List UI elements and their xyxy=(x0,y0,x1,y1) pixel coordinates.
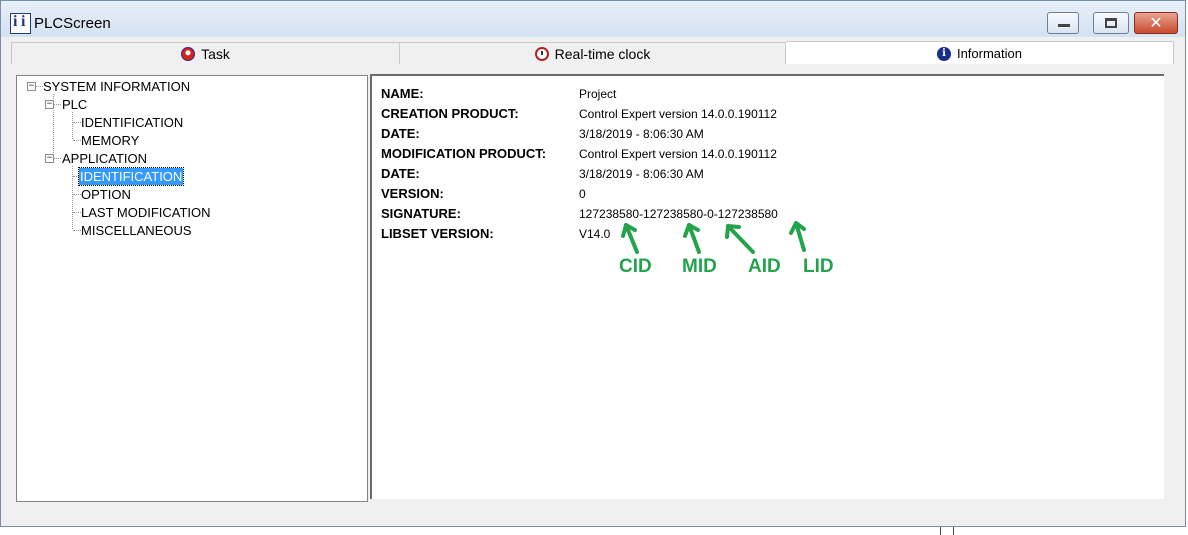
task-icon xyxy=(181,46,196,61)
plcscreen-window: ii PLCScreen ✕ Task Real-time clock i In… xyxy=(0,0,1186,527)
info-icon: i xyxy=(936,46,951,61)
tab-real-time-clock[interactable]: Real-time clock xyxy=(400,42,786,64)
tree-item-miscellaneous[interactable]: MISCELLANEOUS xyxy=(81,222,192,239)
minimize-icon xyxy=(1058,24,1070,27)
background-strip xyxy=(0,527,1188,535)
tree-line xyxy=(54,104,61,105)
tree-item-plc[interactable]: PLC xyxy=(62,96,87,113)
annotation-mid: MID xyxy=(682,256,717,277)
tree-item-system-information[interactable]: SYSTEM INFORMATION xyxy=(43,78,190,95)
tree-line xyxy=(73,194,81,195)
tree-item-application[interactable]: APPLICATION xyxy=(62,150,147,167)
tab-clock-label: Real-time clock xyxy=(554,45,651,62)
arrow-cid xyxy=(621,223,639,254)
maximize-button[interactable] xyxy=(1093,12,1129,34)
app-icon: ii xyxy=(10,13,31,34)
tree-line xyxy=(72,112,73,139)
close-button[interactable]: ✕ xyxy=(1134,12,1178,34)
tab-content: − − − SYSTEM INFORMATION PLC IDENTIFICAT… xyxy=(11,64,1174,505)
tree-item-option[interactable]: OPTION xyxy=(81,186,131,203)
arrow-mid xyxy=(683,223,701,254)
collapse-icon[interactable]: − xyxy=(27,82,36,91)
collapse-icon[interactable]: − xyxy=(45,100,54,109)
window-title: PLCScreen xyxy=(34,15,111,32)
tree-item-last-modification[interactable]: LAST MODIFICATION xyxy=(81,204,211,221)
tab-information[interactable]: i Information xyxy=(786,41,1174,65)
maximize-icon xyxy=(1105,18,1117,28)
system-info-tree[interactable]: − − − SYSTEM INFORMATION PLC IDENTIFICAT… xyxy=(16,75,368,502)
arrow-lid xyxy=(789,221,806,252)
tab-task[interactable]: Task xyxy=(11,42,400,64)
arrow-aid xyxy=(725,224,755,254)
divider xyxy=(940,527,941,535)
minimize-button[interactable] xyxy=(1047,12,1079,34)
tree-item-app-identification[interactable]: IDENTIFICATION xyxy=(77,167,185,186)
tree-line xyxy=(36,86,43,87)
tree-line xyxy=(73,230,81,231)
tab-info-label: Information xyxy=(956,46,1023,61)
annotation-cid: CID xyxy=(619,256,652,277)
tree-item-plc-identification[interactable]: IDENTIFICATION xyxy=(81,114,183,131)
tree-line xyxy=(73,122,81,123)
divider xyxy=(953,527,954,535)
tab-bar: Task Real-time clock i Information xyxy=(11,41,1174,65)
annotation-lid: LID xyxy=(803,256,834,277)
annotation-aid: AID xyxy=(748,256,781,277)
tree-line xyxy=(73,212,81,213)
collapse-icon[interactable]: − xyxy=(45,154,54,163)
tree-line xyxy=(54,158,61,159)
tree-item-plc-memory[interactable]: MEMORY xyxy=(81,132,139,149)
tree-line xyxy=(73,140,81,141)
identification-details: NAME: Project CREATION PRODUCT: Control … xyxy=(370,74,1164,499)
clock-icon xyxy=(534,46,549,61)
close-icon: ✕ xyxy=(1149,13,1163,32)
title-bar[interactable]: ii PLCScreen ✕ xyxy=(1,1,1185,37)
status-bar xyxy=(1,506,1185,526)
tab-task-label: Task xyxy=(201,45,230,62)
